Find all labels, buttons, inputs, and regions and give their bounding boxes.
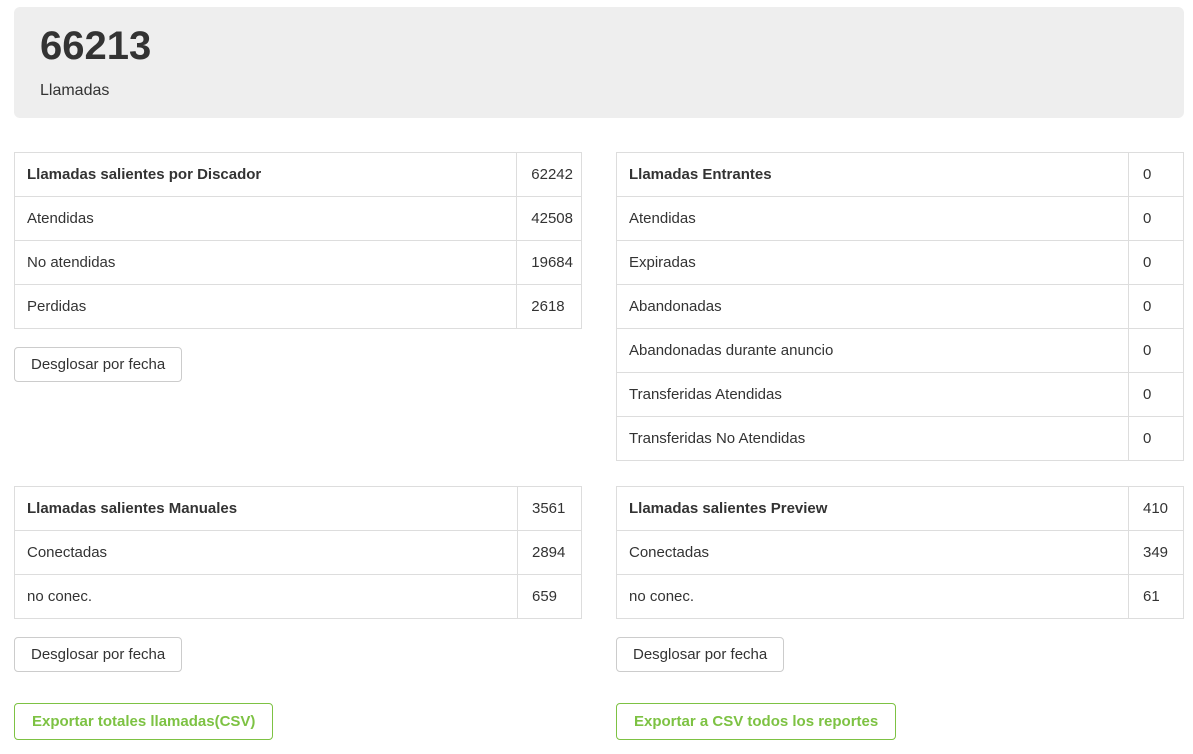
desglosar-discador-button[interactable]: Desglosar por fecha: [14, 347, 182, 382]
table-row: Abandonadas 0: [617, 285, 1184, 329]
stat-value: 42508: [517, 197, 582, 241]
stat-value: 349: [1129, 531, 1184, 575]
stat-value: 0: [1129, 241, 1184, 285]
stat-value: 0: [1129, 329, 1184, 373]
stat-label: no conec.: [15, 575, 518, 619]
total-calls-label: Llamadas: [40, 82, 1158, 100]
stat-label: Abandonadas durante anuncio: [617, 329, 1129, 373]
table-row: Transferidas Atendidas 0: [617, 373, 1184, 417]
stat-value: 0: [1129, 285, 1184, 329]
table-entrantes: Llamadas Entrantes 0 Atendidas 0 Expirad…: [616, 152, 1184, 461]
table-total-value: 0: [1129, 153, 1184, 197]
stat-label: Transferidas Atendidas: [617, 373, 1129, 417]
stat-label: Conectadas: [617, 531, 1129, 575]
table-row: Abandonadas durante anuncio 0: [617, 329, 1184, 373]
desglosar-preview-button[interactable]: Desglosar por fecha: [616, 637, 784, 672]
table-row: Conectadas 349: [617, 531, 1184, 575]
table-title: Llamadas salientes Manuales: [15, 487, 518, 531]
table-salientes-preview: Llamadas salientes Preview 410 Conectada…: [616, 486, 1184, 619]
panel-export: Exportar a CSV todos los reportes: [616, 672, 1184, 740]
stat-value: 19684: [517, 241, 582, 285]
stat-value: 2618: [517, 285, 582, 329]
stat-label: Abandonadas: [617, 285, 1129, 329]
table-row: Transferidas No Atendidas 0: [617, 417, 1184, 461]
panel-salientes-discador: Llamadas salientes por Discador 62242 At…: [14, 152, 582, 382]
table-title: Llamadas salientes por Discador: [15, 153, 517, 197]
stat-label: no conec.: [617, 575, 1129, 619]
table-header-row: Llamadas salientes Preview 410: [617, 487, 1184, 531]
summary-panel: 66213 Llamadas: [14, 7, 1184, 118]
table-title: Llamadas Entrantes: [617, 153, 1129, 197]
export-totales-csv-button[interactable]: Exportar totales llamadas(CSV): [14, 703, 273, 740]
stats-grid: Llamadas salientes por Discador 62242 At…: [14, 152, 1184, 740]
table-row: Expiradas 0: [617, 241, 1184, 285]
desglosar-manuales-button[interactable]: Desglosar por fecha: [14, 637, 182, 672]
stat-value: 0: [1129, 197, 1184, 241]
table-total-value: 3561: [518, 487, 582, 531]
stat-label: Transferidas No Atendidas: [617, 417, 1129, 461]
export-todos-reportes-button[interactable]: Exportar a CSV todos los reportes: [616, 703, 896, 740]
table-salientes-manuales: Llamadas salientes Manuales 3561 Conecta…: [14, 486, 582, 619]
stat-value: 61: [1129, 575, 1184, 619]
stat-label: Atendidas: [15, 197, 517, 241]
table-total-value: 62242: [517, 153, 582, 197]
table-total-value: 410: [1129, 487, 1184, 531]
panel-actions: Desglosar por fecha: [616, 619, 1184, 672]
panel-entrantes: Llamadas Entrantes 0 Atendidas 0 Expirad…: [616, 152, 1184, 461]
panel-export: Exportar totales llamadas(CSV): [14, 672, 582, 740]
table-title: Llamadas salientes Preview: [617, 487, 1129, 531]
table-row: no conec. 659: [15, 575, 582, 619]
panel-salientes-manuales: Llamadas salientes Manuales 3561 Conecta…: [14, 486, 582, 740]
table-row: Atendidas 0: [617, 197, 1184, 241]
stat-label: Perdidas: [15, 285, 517, 329]
table-row: Perdidas 2618: [15, 285, 582, 329]
total-calls-number: 66213: [40, 23, 1158, 69]
stat-value: 0: [1129, 417, 1184, 461]
stat-label: Atendidas: [617, 197, 1129, 241]
table-row: Atendidas 42508: [15, 197, 582, 241]
stat-value: 659: [518, 575, 582, 619]
table-salientes-discador: Llamadas salientes por Discador 62242 At…: [14, 152, 582, 329]
table-row: Conectadas 2894: [15, 531, 582, 575]
stat-value: 2894: [518, 531, 582, 575]
stat-label: Expiradas: [617, 241, 1129, 285]
stat-value: 0: [1129, 373, 1184, 417]
stat-label: Conectadas: [15, 531, 518, 575]
table-row: No atendidas 19684: [15, 241, 582, 285]
report-page: 66213 Llamadas Llamadas salientes por Di…: [0, 0, 1193, 754]
table-header-row: Llamadas Entrantes 0: [617, 153, 1184, 197]
panel-actions: Desglosar por fecha: [14, 619, 582, 672]
table-header-row: Llamadas salientes por Discador 62242: [15, 153, 582, 197]
panel-salientes-preview: Llamadas salientes Preview 410 Conectada…: [616, 486, 1184, 740]
table-row: no conec. 61: [617, 575, 1184, 619]
table-header-row: Llamadas salientes Manuales 3561: [15, 487, 582, 531]
stat-label: No atendidas: [15, 241, 517, 285]
